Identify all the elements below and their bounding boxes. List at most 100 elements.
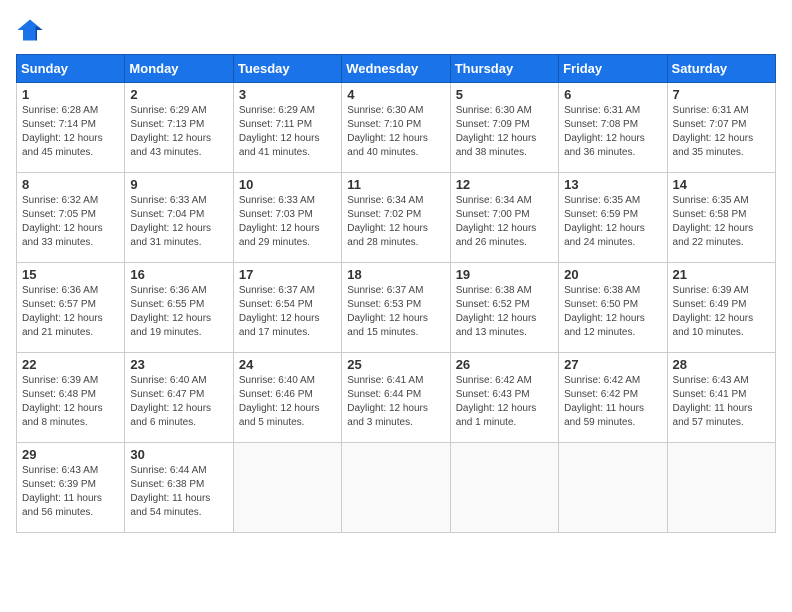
day-info: Sunrise: 6:37 AMSunset: 6:53 PMDaylight:… (347, 284, 444, 340)
calendar-table: SundayMondayTuesdayWednesdayThursdayFrid… (16, 54, 776, 533)
day-number: 23 (130, 357, 227, 372)
calendar-dow-sunday: Sunday (17, 55, 125, 83)
day-info: Sunrise: 6:38 AMSunset: 6:50 PMDaylight:… (564, 284, 661, 340)
day-info: Sunrise: 6:29 AMSunset: 7:13 PMDaylight:… (130, 104, 227, 160)
day-info: Sunrise: 6:44 AMSunset: 6:38 PMDaylight:… (130, 464, 227, 520)
day-info: Sunrise: 6:42 AMSunset: 6:43 PMDaylight:… (456, 374, 553, 430)
day-number: 25 (347, 357, 444, 372)
calendar-cell: 20 Sunrise: 6:38 AMSunset: 6:50 PMDaylig… (559, 263, 667, 353)
day-info: Sunrise: 6:36 AMSunset: 6:55 PMDaylight:… (130, 284, 227, 340)
day-number: 4 (347, 87, 444, 102)
day-number: 21 (673, 267, 770, 282)
calendar-cell: 15 Sunrise: 6:36 AMSunset: 6:57 PMDaylig… (17, 263, 125, 353)
day-info: Sunrise: 6:40 AMSunset: 6:47 PMDaylight:… (130, 374, 227, 430)
calendar-week-row: 1 Sunrise: 6:28 AMSunset: 7:14 PMDayligh… (17, 83, 776, 173)
day-info: Sunrise: 6:28 AMSunset: 7:14 PMDaylight:… (22, 104, 119, 160)
day-number: 6 (564, 87, 661, 102)
day-info: Sunrise: 6:35 AMSunset: 6:58 PMDaylight:… (673, 194, 770, 250)
day-info: Sunrise: 6:30 AMSunset: 7:09 PMDaylight:… (456, 104, 553, 160)
day-number: 30 (130, 447, 227, 462)
calendar-cell (233, 443, 341, 533)
calendar-cell: 5 Sunrise: 6:30 AMSunset: 7:09 PMDayligh… (450, 83, 558, 173)
day-number: 22 (22, 357, 119, 372)
logo-icon (16, 16, 44, 44)
calendar-cell: 24 Sunrise: 6:40 AMSunset: 6:46 PMDaylig… (233, 353, 341, 443)
day-number: 11 (347, 177, 444, 192)
day-info: Sunrise: 6:31 AMSunset: 7:07 PMDaylight:… (673, 104, 770, 160)
calendar-cell: 13 Sunrise: 6:35 AMSunset: 6:59 PMDaylig… (559, 173, 667, 263)
calendar-dow-thursday: Thursday (450, 55, 558, 83)
calendar-dow-wednesday: Wednesday (342, 55, 450, 83)
day-number: 10 (239, 177, 336, 192)
calendar-cell: 2 Sunrise: 6:29 AMSunset: 7:13 PMDayligh… (125, 83, 233, 173)
calendar-cell: 21 Sunrise: 6:39 AMSunset: 6:49 PMDaylig… (667, 263, 775, 353)
day-number: 17 (239, 267, 336, 282)
calendar-cell: 14 Sunrise: 6:35 AMSunset: 6:58 PMDaylig… (667, 173, 775, 263)
calendar-cell: 8 Sunrise: 6:32 AMSunset: 7:05 PMDayligh… (17, 173, 125, 263)
day-number: 5 (456, 87, 553, 102)
calendar-cell: 17 Sunrise: 6:37 AMSunset: 6:54 PMDaylig… (233, 263, 341, 353)
day-number: 8 (22, 177, 119, 192)
calendar-cell (450, 443, 558, 533)
day-number: 12 (456, 177, 553, 192)
calendar-week-row: 8 Sunrise: 6:32 AMSunset: 7:05 PMDayligh… (17, 173, 776, 263)
day-number: 13 (564, 177, 661, 192)
calendar-cell: 11 Sunrise: 6:34 AMSunset: 7:02 PMDaylig… (342, 173, 450, 263)
day-info: Sunrise: 6:37 AMSunset: 6:54 PMDaylight:… (239, 284, 336, 340)
day-info: Sunrise: 6:39 AMSunset: 6:48 PMDaylight:… (22, 374, 119, 430)
day-number: 28 (673, 357, 770, 372)
day-number: 20 (564, 267, 661, 282)
day-number: 24 (239, 357, 336, 372)
calendar-week-row: 15 Sunrise: 6:36 AMSunset: 6:57 PMDaylig… (17, 263, 776, 353)
day-info: Sunrise: 6:33 AMSunset: 7:04 PMDaylight:… (130, 194, 227, 250)
day-info: Sunrise: 6:41 AMSunset: 6:44 PMDaylight:… (347, 374, 444, 430)
calendar-dow-tuesday: Tuesday (233, 55, 341, 83)
calendar-dow-friday: Friday (559, 55, 667, 83)
calendar-cell: 23 Sunrise: 6:40 AMSunset: 6:47 PMDaylig… (125, 353, 233, 443)
day-number: 29 (22, 447, 119, 462)
calendar-cell: 30 Sunrise: 6:44 AMSunset: 6:38 PMDaylig… (125, 443, 233, 533)
logo (16, 16, 48, 44)
day-info: Sunrise: 6:43 AMSunset: 6:41 PMDaylight:… (673, 374, 770, 430)
calendar-cell: 19 Sunrise: 6:38 AMSunset: 6:52 PMDaylig… (450, 263, 558, 353)
day-number: 19 (456, 267, 553, 282)
day-info: Sunrise: 6:31 AMSunset: 7:08 PMDaylight:… (564, 104, 661, 160)
calendar-header-row: SundayMondayTuesdayWednesdayThursdayFrid… (17, 55, 776, 83)
day-number: 26 (456, 357, 553, 372)
day-number: 14 (673, 177, 770, 192)
day-number: 1 (22, 87, 119, 102)
day-info: Sunrise: 6:38 AMSunset: 6:52 PMDaylight:… (456, 284, 553, 340)
day-info: Sunrise: 6:40 AMSunset: 6:46 PMDaylight:… (239, 374, 336, 430)
calendar-cell: 25 Sunrise: 6:41 AMSunset: 6:44 PMDaylig… (342, 353, 450, 443)
day-number: 18 (347, 267, 444, 282)
day-number: 27 (564, 357, 661, 372)
page-header (16, 16, 776, 44)
calendar-cell: 1 Sunrise: 6:28 AMSunset: 7:14 PMDayligh… (17, 83, 125, 173)
calendar-dow-saturday: Saturday (667, 55, 775, 83)
calendar-cell: 3 Sunrise: 6:29 AMSunset: 7:11 PMDayligh… (233, 83, 341, 173)
calendar-week-row: 29 Sunrise: 6:43 AMSunset: 6:39 PMDaylig… (17, 443, 776, 533)
calendar-cell: 10 Sunrise: 6:33 AMSunset: 7:03 PMDaylig… (233, 173, 341, 263)
day-info: Sunrise: 6:33 AMSunset: 7:03 PMDaylight:… (239, 194, 336, 250)
day-number: 16 (130, 267, 227, 282)
day-info: Sunrise: 6:42 AMSunset: 6:42 PMDaylight:… (564, 374, 661, 430)
day-info: Sunrise: 6:34 AMSunset: 7:02 PMDaylight:… (347, 194, 444, 250)
calendar-cell (559, 443, 667, 533)
day-info: Sunrise: 6:32 AMSunset: 7:05 PMDaylight:… (22, 194, 119, 250)
day-info: Sunrise: 6:39 AMSunset: 6:49 PMDaylight:… (673, 284, 770, 340)
calendar-cell: 4 Sunrise: 6:30 AMSunset: 7:10 PMDayligh… (342, 83, 450, 173)
calendar-cell: 26 Sunrise: 6:42 AMSunset: 6:43 PMDaylig… (450, 353, 558, 443)
day-number: 3 (239, 87, 336, 102)
calendar-dow-monday: Monday (125, 55, 233, 83)
day-info: Sunrise: 6:35 AMSunset: 6:59 PMDaylight:… (564, 194, 661, 250)
calendar-cell: 16 Sunrise: 6:36 AMSunset: 6:55 PMDaylig… (125, 263, 233, 353)
calendar-cell: 22 Sunrise: 6:39 AMSunset: 6:48 PMDaylig… (17, 353, 125, 443)
calendar-cell (342, 443, 450, 533)
calendar-cell: 27 Sunrise: 6:42 AMSunset: 6:42 PMDaylig… (559, 353, 667, 443)
day-number: 2 (130, 87, 227, 102)
day-number: 15 (22, 267, 119, 282)
calendar-cell: 29 Sunrise: 6:43 AMSunset: 6:39 PMDaylig… (17, 443, 125, 533)
calendar-cell: 6 Sunrise: 6:31 AMSunset: 7:08 PMDayligh… (559, 83, 667, 173)
calendar-cell: 9 Sunrise: 6:33 AMSunset: 7:04 PMDayligh… (125, 173, 233, 263)
day-number: 7 (673, 87, 770, 102)
